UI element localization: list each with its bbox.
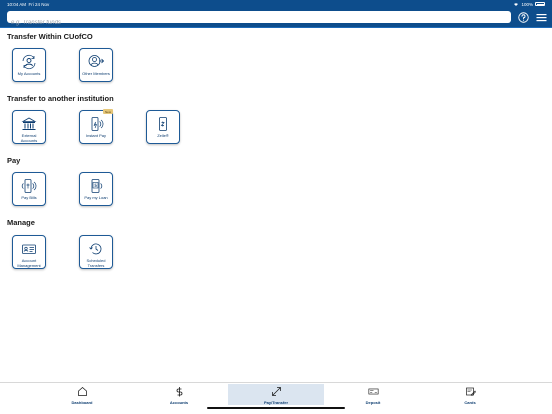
header-divider [0, 27, 552, 28]
home-indicator[interactable] [207, 407, 345, 409]
tile-pay-bills[interactable]: Pay Bills [12, 172, 46, 206]
tile-label: Pay Bills [21, 195, 37, 200]
transfer-arrows-icon [271, 387, 281, 396]
tab-dashboard[interactable]: Dashboard [34, 384, 130, 405]
tile-label: Zelle® [157, 133, 169, 138]
tile-zelle[interactable]: Zelle® [146, 110, 180, 144]
phone-tap-icon [91, 117, 104, 131]
tab-label: Dashboard [71, 400, 93, 405]
card-icon [465, 387, 476, 396]
help-button[interactable] [517, 11, 529, 23]
id-card-icon [22, 244, 36, 254]
tab-accounts[interactable]: Accounts [131, 384, 227, 405]
tile-instant-pay[interactable]: New Instant Pay [79, 109, 113, 144]
tile-label: Instant Pay [85, 133, 106, 138]
clock-history-icon [89, 243, 102, 255]
tile-pay-my-loan[interactable]: Pay my Loan [79, 172, 113, 206]
tile-external-accounts[interactable]: External Accounts [12, 110, 46, 144]
new-badge: New [102, 109, 113, 114]
tile-label: External Accounts [20, 133, 38, 143]
dollar-icon [176, 387, 182, 397]
tile-account-management[interactable]: Account Management [12, 235, 46, 269]
status-date: Fri 24 Nov [28, 1, 50, 7]
section-title-transfer-another: Transfer to another institution [7, 94, 114, 103]
hamburger-menu-icon [536, 13, 546, 21]
tile-my-accounts[interactable]: My Accounts [12, 48, 46, 82]
tab-bar: Dashboard Accounts Pay/Transfer Deposit [0, 382, 552, 414]
tile-label: Pay my Loan [84, 195, 108, 200]
tab-pay-transfer[interactable]: Pay/Transfer [228, 384, 324, 405]
tile-label: Scheduled Transfers [86, 258, 106, 268]
wifi-icon [514, 3, 519, 6]
tab-label: Cards [464, 400, 476, 405]
section-title-manage: Manage [7, 218, 35, 227]
check-deposit-icon [368, 388, 378, 395]
refresh-accounts-icon [22, 54, 36, 70]
tab-label: Deposit [365, 400, 381, 405]
tab-label: Accounts [169, 400, 189, 405]
tile-label: Account Management [17, 258, 41, 268]
phone-tap-icon [21, 179, 37, 193]
tab-cards[interactable]: Cards [422, 384, 518, 405]
status-time: 10:04 AM [7, 1, 27, 7]
status-bar: 10:04 AM Fri 24 Nov 100% [0, 0, 552, 8]
menu-button[interactable] [535, 11, 547, 23]
battery-percent: 100% [521, 1, 533, 7]
app-header: 10:04 AM Fri 24 Nov 100% [0, 0, 552, 29]
bank-icon [21, 117, 37, 130]
tile-label: Other Members [82, 71, 110, 76]
battery-icon [535, 2, 545, 6]
home-icon [77, 387, 87, 396]
tile-label: My Accounts [17, 71, 41, 76]
person-arrow-icon [88, 55, 104, 67]
zelle-icon [159, 117, 167, 131]
help-icon [517, 11, 529, 23]
search-box[interactable] [7, 11, 511, 29]
tab-deposit[interactable]: Deposit [325, 384, 421, 405]
tile-other-members[interactable]: Other Members [79, 48, 113, 82]
tile-scheduled-transfers[interactable]: Scheduled Transfers [79, 235, 113, 269]
section-title-pay: Pay [7, 156, 21, 165]
section-title-transfer-within: Transfer Within CUofCO [7, 32, 93, 41]
tab-label: Pay/Transfer [263, 400, 288, 405]
phone-dollar-icon [91, 179, 103, 193]
